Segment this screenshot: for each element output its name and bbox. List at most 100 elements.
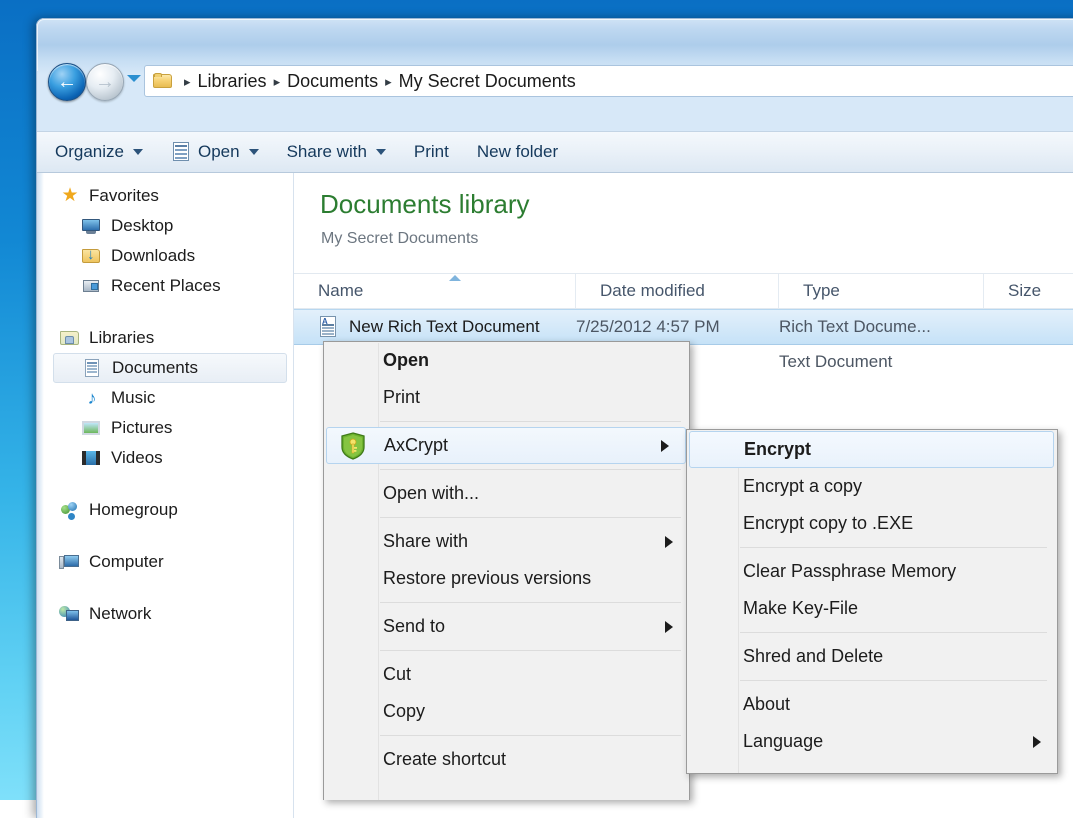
context-menu-item-label: AxCrypt — [384, 435, 448, 456]
sidebar-item-homegroup[interactable]: Homegroup — [37, 495, 293, 525]
submenu-item-label: About — [743, 694, 790, 715]
breadcrumb-item-documents[interactable]: Documents — [287, 71, 378, 92]
submenu-item-make-key-file[interactable]: Make Key-File — [688, 590, 1057, 627]
context-menu-item-create-shortcut[interactable]: Create shortcut — [325, 741, 689, 778]
sidebar-item-network[interactable]: Network — [37, 599, 293, 629]
submenu-item-clear-passphrase-memory[interactable]: Clear Passphrase Memory — [688, 553, 1057, 590]
sidebar-item-label: Downloads — [111, 246, 195, 266]
file-type: Rich Text Docume... — [779, 317, 931, 337]
context-menu-item-label: Cut — [383, 664, 411, 685]
music-icon: ♪ — [81, 388, 103, 408]
sidebar-item-label: Videos — [111, 448, 163, 468]
sidebar-item-computer[interactable]: Computer — [37, 547, 293, 577]
column-header-label: Size — [1008, 281, 1041, 301]
sidebar-group-libraries[interactable]: Libraries — [37, 323, 293, 353]
breadcrumb-separator-0: ▸ — [184, 75, 191, 88]
folder-icon — [153, 73, 173, 89]
videos-icon — [81, 448, 103, 468]
sidebar-group-favorites[interactable]: ★ Favorites — [37, 181, 293, 211]
recent-places-icon — [81, 276, 103, 296]
column-header-label: Type — [803, 281, 840, 301]
back-arrow-icon: ← — [49, 64, 85, 100]
sidebar-item-music[interactable]: ♪ Music — [37, 383, 293, 413]
context-menu-item-label: Print — [383, 387, 420, 408]
submenu-arrow-icon — [665, 621, 673, 633]
print-button[interactable]: Print — [404, 137, 459, 167]
submenu-item-label: Encrypt a copy — [743, 476, 862, 497]
file-name: New Rich Text Document — [349, 317, 577, 337]
file-date-modified: 7/25/2012 4:57 PM — [576, 317, 720, 337]
sidebar-item-label: Pictures — [111, 418, 172, 438]
desktop-icon — [81, 216, 103, 236]
sort-ascending-icon — [449, 275, 461, 281]
context-menu-separator — [380, 650, 681, 651]
column-header-date-modified[interactable]: Date modified — [576, 274, 779, 308]
sidebar-item-label: Recent Places — [111, 276, 221, 296]
page-title: Documents library — [320, 189, 530, 220]
back-button[interactable]: ← — [48, 63, 86, 101]
context-menu-item-cut[interactable]: Cut — [325, 656, 689, 693]
sidebar-item-label: Music — [111, 388, 155, 408]
pictures-icon — [81, 418, 103, 438]
address-bar[interactable]: ▸ Libraries ▸ Documents ▸ My Secret Docu… — [144, 65, 1073, 97]
table-row[interactable]: A New Rich Text Document 7/25/2012 4:57 … — [294, 309, 1073, 345]
chevron-down-icon — [133, 149, 143, 155]
sidebar-item-label: Desktop — [111, 216, 173, 236]
column-header-type[interactable]: Type — [779, 274, 984, 308]
context-menu-item-label: Create shortcut — [383, 749, 506, 770]
sidebar-spacer — [37, 301, 293, 323]
breadcrumb-item-libraries[interactable]: Libraries — [198, 71, 267, 92]
sidebar-item-downloads[interactable]: Downloads — [37, 241, 293, 271]
star-icon: ★ — [59, 186, 81, 206]
submenu-item-encrypt-a-copy[interactable]: Encrypt a copy — [688, 468, 1057, 505]
sidebar-item-recent-places[interactable]: Recent Places — [37, 271, 293, 301]
open-label: Open — [198, 142, 240, 162]
new-folder-label: New folder — [477, 142, 558, 162]
print-label: Print — [414, 142, 449, 162]
network-icon — [59, 604, 81, 624]
column-header-size[interactable]: Size — [984, 274, 1073, 308]
sidebar-item-pictures[interactable]: Pictures — [37, 413, 293, 443]
context-menu-item-open-with[interactable]: Open with... — [325, 475, 689, 512]
new-folder-button[interactable]: New folder — [467, 137, 568, 167]
organize-label: Organize — [55, 142, 124, 162]
submenu-item-about[interactable]: About — [688, 686, 1057, 723]
sidebar-item-desktop[interactable]: Desktop — [37, 211, 293, 241]
command-toolbar: Organize Open Share with Print New folde… — [37, 131, 1073, 173]
chevron-down-icon — [249, 149, 259, 155]
submenu-item-label: Encrypt — [744, 439, 811, 460]
column-header-name[interactable]: Name — [294, 274, 576, 308]
organize-button[interactable]: Organize — [45, 137, 153, 167]
context-menu-item-send-to[interactable]: Send to — [325, 608, 689, 645]
navigation-pane-edge — [37, 173, 44, 818]
sidebar-spacer — [37, 577, 293, 599]
submenu-item-shred-and-delete[interactable]: Shred and Delete — [688, 638, 1057, 675]
sidebar-item-videos[interactable]: Videos — [37, 443, 293, 473]
context-menu-item-print[interactable]: Print — [325, 379, 689, 416]
share-with-button[interactable]: Share with — [277, 137, 396, 167]
breadcrumb-item-my-secret-documents[interactable]: My Secret Documents — [399, 71, 576, 92]
context-menu-item-open[interactable]: Open — [325, 342, 689, 379]
documents-icon — [82, 358, 104, 378]
column-header-label: Name — [318, 281, 363, 301]
context-menu-item-label: Share with — [383, 531, 468, 552]
column-header-row: Name Date modified Type Size — [294, 273, 1073, 309]
breadcrumb-separator-1: ▸ — [274, 75, 281, 88]
context-menu-item-axcrypt[interactable]: AxCrypt — [326, 427, 686, 464]
submenu-item-language[interactable]: Language — [688, 723, 1057, 760]
context-menu-item-label: Copy — [383, 701, 425, 722]
open-button[interactable]: Open — [161, 137, 269, 167]
context-menu-item-share-with[interactable]: Share with — [325, 523, 689, 560]
context-menu-item-copy[interactable]: Copy — [325, 693, 689, 730]
forward-button[interactable]: → — [86, 63, 124, 101]
libraries-icon — [59, 328, 81, 348]
context-menu-separator — [380, 469, 681, 470]
submenu-item-encrypt-copy-to-exe[interactable]: Encrypt copy to .EXE — [688, 505, 1057, 542]
context-menu-item-restore-previous-versions[interactable]: Restore previous versions — [325, 560, 689, 597]
recent-pages-dropdown-icon[interactable] — [127, 75, 141, 82]
submenu-arrow-icon — [1033, 736, 1041, 748]
submenu-item-encrypt[interactable]: Encrypt — [689, 431, 1054, 468]
sidebar-item-documents[interactable]: Documents — [53, 353, 287, 383]
breadcrumb-separator-2: ▸ — [385, 75, 392, 88]
context-menu-item-label: Open — [383, 350, 429, 371]
